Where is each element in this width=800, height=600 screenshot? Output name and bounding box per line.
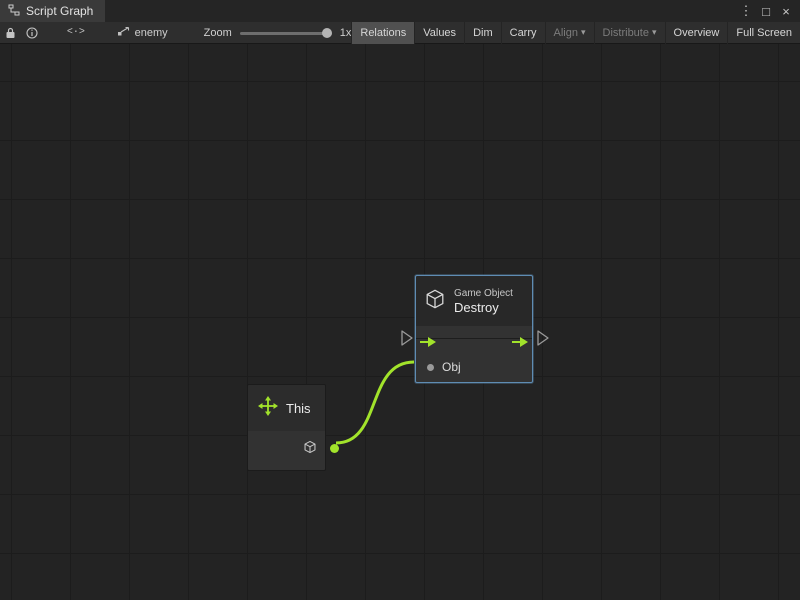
chevron-down-icon: ▾ bbox=[652, 27, 657, 38]
node-title: Destroy bbox=[454, 300, 513, 315]
toolbar-buttons: Relations Values Dim Carry Align ▾ Distr… bbox=[351, 22, 800, 44]
control-input-port[interactable] bbox=[420, 334, 436, 352]
external-input-triangle-icon bbox=[402, 331, 412, 345]
carry-button[interactable]: Carry bbox=[501, 22, 545, 44]
node-destroy[interactable]: Game Object Destroy bbox=[415, 275, 533, 383]
overview-button[interactable]: Overview bbox=[665, 22, 728, 44]
gameobject-output-port[interactable] bbox=[330, 444, 339, 453]
fullscreen-button[interactable]: Full Screen bbox=[727, 22, 800, 44]
value-input-row: Obj bbox=[416, 352, 532, 382]
graph-canvas[interactable]: Game Object Destroy bbox=[0, 44, 800, 600]
info-icon[interactable] bbox=[22, 22, 44, 44]
wire-layer bbox=[0, 44, 800, 600]
window-controls: ⋮ □ × bbox=[738, 3, 800, 19]
node-destroy-header: Game Object Destroy bbox=[416, 276, 532, 326]
obj-port-label: Obj bbox=[442, 360, 461, 374]
dim-button[interactable]: Dim bbox=[464, 22, 501, 44]
values-button[interactable]: Values bbox=[414, 22, 464, 44]
zoom-control: Zoom 1x bbox=[204, 27, 352, 39]
zoom-slider-track bbox=[240, 32, 332, 35]
distribute-dropdown[interactable]: Distribute ▾ bbox=[594, 22, 665, 44]
game-object-cube-icon bbox=[303, 440, 317, 459]
lock-icon[interactable] bbox=[0, 22, 22, 44]
graph-toolbar: <·> enemy Zoom 1x Relations bbox=[0, 22, 800, 44]
node-this-header: This bbox=[248, 385, 325, 431]
relations-button[interactable]: Relations bbox=[351, 22, 414, 44]
obj-input-port[interactable] bbox=[427, 364, 434, 371]
graph-name: enemy bbox=[135, 27, 168, 39]
wire-this-to-destroy bbox=[336, 362, 414, 443]
maximize-icon[interactable]: □ bbox=[758, 4, 774, 19]
control-output-port[interactable] bbox=[512, 334, 528, 352]
this-move-icon bbox=[258, 396, 278, 421]
script-graph-icon bbox=[8, 4, 20, 19]
tab-title: Script Graph bbox=[26, 4, 93, 18]
game-object-cube-icon bbox=[424, 288, 446, 315]
menu-kebab-icon[interactable]: ⋮ bbox=[738, 3, 754, 19]
titlebar: Script Graph ⋮ □ × bbox=[0, 0, 800, 22]
graph-pointer-icon bbox=[117, 26, 130, 40]
node-this[interactable]: This bbox=[247, 384, 326, 471]
zoom-slider-thumb[interactable] bbox=[322, 28, 332, 38]
control-ports-row bbox=[416, 326, 532, 352]
node-title: This bbox=[286, 401, 311, 416]
graph-asset[interactable]: enemy bbox=[117, 26, 168, 40]
node-category: Game Object bbox=[454, 288, 513, 299]
tab-script-graph[interactable]: Script Graph bbox=[0, 0, 105, 22]
align-dropdown[interactable]: Align ▾ bbox=[545, 22, 594, 44]
script-graph-window: Script Graph ⋮ □ × <·> bbox=[0, 0, 800, 600]
close-icon[interactable]: × bbox=[778, 4, 794, 19]
zoom-label: Zoom bbox=[204, 27, 232, 39]
external-output-triangle-icon bbox=[538, 331, 548, 345]
insert-node-icon[interactable]: <·> bbox=[65, 22, 87, 44]
node-this-body bbox=[248, 431, 325, 470]
zoom-slider[interactable] bbox=[240, 27, 332, 39]
chevron-down-icon: ▾ bbox=[581, 27, 586, 38]
zoom-value: 1x bbox=[340, 27, 352, 39]
